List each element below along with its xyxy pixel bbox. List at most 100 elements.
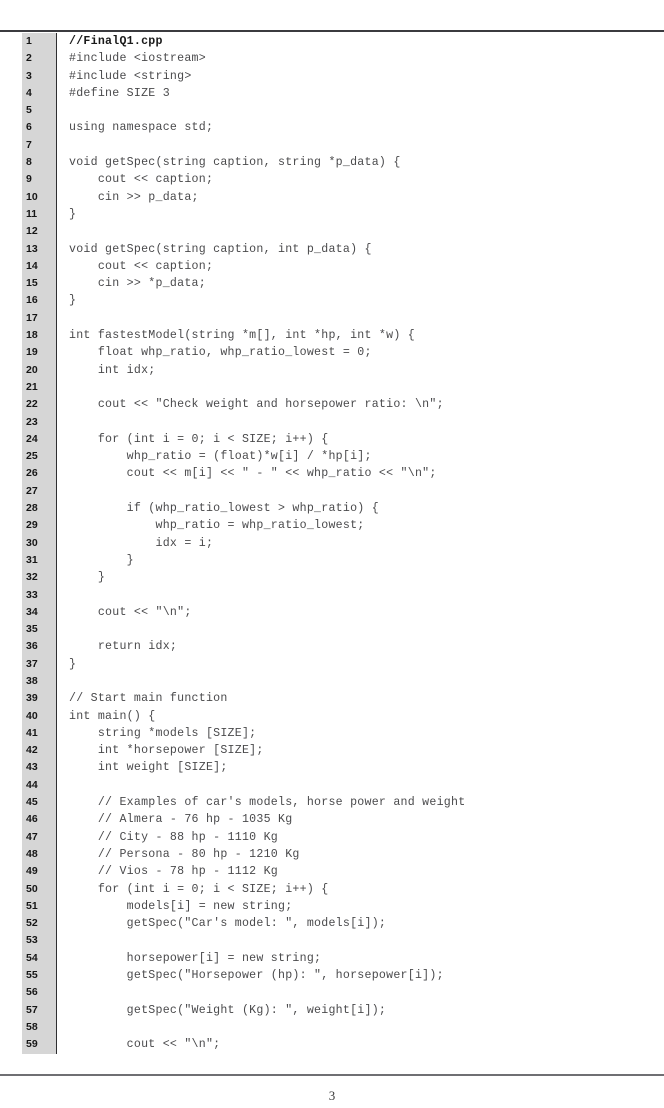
line-number: 35 [22, 621, 57, 639]
line-number: 46 [22, 811, 57, 829]
code-line-text: horsepower[i] = new string; [56, 949, 642, 968]
code-line-row: 34 cout << "\n"; [22, 603, 642, 622]
code-line-text: int weight [SIZE]; [56, 759, 642, 777]
code-line-text: cin >> *p_data; [56, 275, 642, 293]
code-line-row: 30 idx = i; [22, 534, 642, 552]
code-line-row: 6 using namespace std; [22, 119, 642, 137]
code-line-row: 15 cin >> *p_data; [22, 275, 642, 293]
code-line-row: 36 return idx; [22, 638, 642, 656]
code-line-text: #include <iostream> [56, 50, 642, 68]
line-number: 9 [22, 171, 57, 189]
line-number: 27 [22, 482, 57, 501]
code-line-row: 55 getSpec("Horsepower (hp): ", horsepow… [22, 967, 642, 985]
code-line-row: 39// Start main function [22, 690, 642, 708]
code-line-text: models[i] = new string; [56, 897, 642, 916]
line-number: 45 [22, 794, 57, 812]
code-line-row: 25 whp_ratio = (float)*w[i] / *hp[i]; [22, 448, 642, 466]
code-line-text: whp_ratio = (float)*w[i] / *hp[i]; [56, 448, 642, 466]
code-line-row: 49 // Vios - 78 hp - 1112 Kg [22, 863, 642, 881]
code-line-row: 18 int fastestModel(string *m[], int *hp,… [22, 327, 642, 345]
code-line-row: 31 } [22, 551, 642, 570]
code-line-row: 27 [22, 482, 642, 501]
line-number: 48 [22, 845, 57, 864]
code-line-text: getSpec("Weight (Kg): ", weight[i]); [56, 1001, 642, 1019]
line-number: 38 [22, 672, 57, 691]
line-number: 55 [22, 967, 57, 985]
line-number: 54 [22, 949, 57, 968]
code-line-text [56, 672, 642, 691]
code-line-row: 11} [22, 205, 642, 224]
line-number: 17 [22, 309, 57, 328]
code-line-row: 45 // Examples of car's models, horse po… [22, 794, 642, 812]
code-listing-table: 1//FinalQ1.cpp 2 #include <iostream> 3 #incl… [22, 33, 642, 1054]
code-line-text: string *models [SIZE]; [56, 724, 642, 743]
code-line-row: 50 for (int i = 0; i < SIZE; i++) { [22, 880, 642, 898]
line-number: 12 [22, 223, 57, 241]
code-line-text: idx = i; [56, 534, 642, 552]
code-line-row: 17 [22, 309, 642, 328]
code-line-text [56, 1018, 642, 1037]
code-line-text: int main() { [56, 707, 642, 725]
code-line-row: 5 [22, 102, 642, 120]
line-number: 19 [22, 344, 57, 362]
line-number: 13 [22, 240, 57, 258]
code-line-row: 22 cout << "Check weight and horsepower … [22, 396, 642, 414]
code-line-text: int *horsepower [SIZE]; [56, 742, 642, 760]
line-number: 18 [22, 327, 57, 345]
code-line-text: whp_ratio = whp_ratio_lowest; [56, 517, 642, 535]
code-line-text [56, 378, 642, 397]
code-line-text: #include <string> [56, 67, 642, 85]
line-number: 15 [22, 275, 57, 293]
code-line-text: for (int i = 0; i < SIZE; i++) { [56, 430, 642, 449]
code-line-row: 13 void getSpec(string caption, int p_dat… [22, 240, 642, 258]
line-number: 44 [22, 776, 57, 795]
code-line-row: 43 int weight [SIZE]; [22, 759, 642, 777]
code-line-row: 24 for (int i = 0; i < SIZE; i++) { [22, 430, 642, 449]
line-number: 29 [22, 517, 57, 535]
line-number: 34 [22, 603, 57, 622]
code-line-row: 58 [22, 1018, 642, 1037]
line-number: 32 [22, 569, 57, 587]
code-line-row: 53 [22, 932, 642, 950]
code-line-text: void getSpec(string caption, string *p_d… [56, 154, 642, 172]
line-number: 57 [22, 1001, 57, 1019]
line-number: 41 [22, 724, 57, 743]
code-line-text: } [56, 205, 642, 224]
code-line-row: 3 #include <string> [22, 67, 642, 85]
code-listing: 1//FinalQ1.cpp 2 #include <iostream> 3 #incl… [22, 33, 642, 1073]
document-page: 1//FinalQ1.cpp 2 #include <iostream> 3 #incl… [0, 0, 664, 1108]
code-line-row: 1//FinalQ1.cpp [22, 33, 642, 51]
code-line-row: 51 models[i] = new string; [22, 897, 642, 916]
code-line-text: } [56, 551, 642, 570]
code-line-text: if (whp_ratio_lowest > whp_ratio) { [56, 500, 642, 518]
line-number: 1 [22, 33, 57, 51]
code-line-text [56, 984, 642, 1002]
code-line-row: 29 whp_ratio = whp_ratio_lowest; [22, 517, 642, 535]
code-line-text: #define SIZE 3 [56, 84, 642, 103]
line-number: 25 [22, 448, 57, 466]
code-line-text: int fastestModel(string *m[], int *hp, i… [56, 327, 642, 345]
line-number: 21 [22, 378, 57, 397]
listing-top-rule [0, 30, 664, 32]
code-line-text: cout << "\n"; [56, 1036, 642, 1054]
line-number: 58 [22, 1018, 57, 1037]
line-number: 49 [22, 863, 57, 881]
line-number: 33 [22, 586, 57, 604]
listing-bottom-rule [0, 1074, 664, 1076]
code-line-row: 19 float whp_ratio, whp_ratio_lowest = 0… [22, 344, 642, 362]
line-number: 28 [22, 500, 57, 518]
line-number: 10 [22, 188, 57, 206]
line-number: 51 [22, 897, 57, 916]
line-number: 23 [22, 413, 57, 431]
code-line-row: 7 [22, 136, 642, 155]
code-line-text: // Vios - 78 hp - 1112 Kg [56, 863, 642, 881]
line-number: 4 [22, 84, 57, 103]
code-line-row: 38 [22, 672, 642, 691]
code-line-row: 33 [22, 586, 642, 604]
code-line-row: 56 [22, 984, 642, 1002]
line-number: 16 [22, 292, 57, 310]
line-number: 5 [22, 102, 57, 120]
code-line-text [56, 309, 642, 328]
code-line-text: for (int i = 0; i < SIZE; i++) { [56, 880, 642, 898]
line-number: 40 [22, 707, 57, 725]
